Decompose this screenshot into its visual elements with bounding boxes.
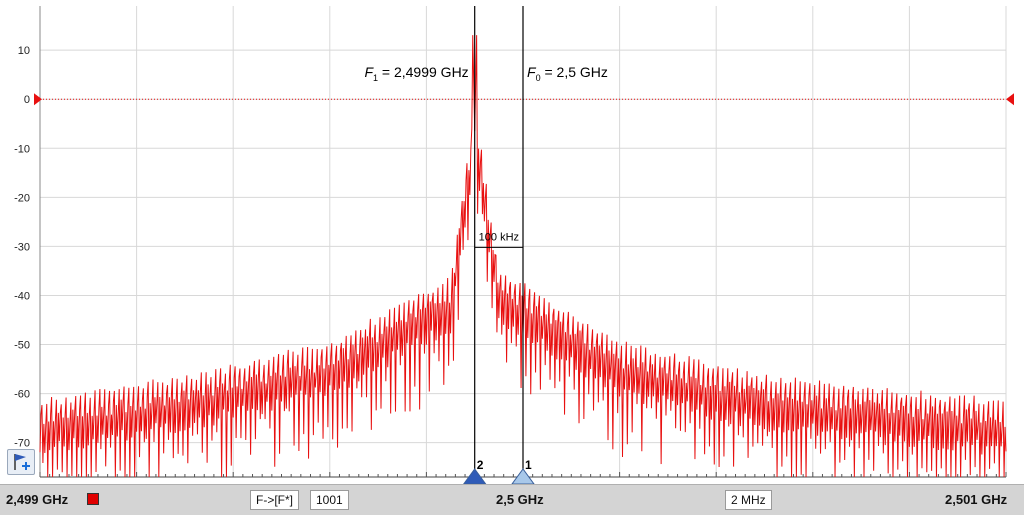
marker-layer: 2 F1 = 2,4999 GHz 1 F0 = 2,5 GHz <box>364 6 608 484</box>
y-tick-labels: 10 0 -10 -20 -30 -40 -50 -60 -70 <box>14 45 30 450</box>
marker-number-1: 1 <box>525 458 532 472</box>
y-tick-label: -60 <box>14 389 30 401</box>
status-bar: 2,499 GHz F->[F*] 1001 2,5 GHz 2 MHz 2,5… <box>0 484 1024 515</box>
reference-level-right-arrow <box>1006 93 1014 106</box>
y-tick-label: -10 <box>14 143 30 155</box>
marker-label-1: F0 = 2,5 GHz <box>527 64 608 83</box>
frequency-mode-button[interactable]: F->[F*] <box>250 490 300 510</box>
y-tick-label: -20 <box>14 192 30 204</box>
span-annotation-label: 100 kHz <box>479 231 519 243</box>
add-marker-button[interactable] <box>7 449 35 475</box>
center-frequency[interactable]: 2,5 GHz <box>496 492 544 507</box>
y-tick-label: 0 <box>24 94 30 106</box>
trace-color-swatch[interactable] <box>87 493 99 505</box>
reference-level-left-arrow <box>34 93 42 106</box>
spectrum-plot: 10 0 -10 -20 -30 -40 -50 -60 -70 2 F1 = 2,4999 GH… <box>14 6 1014 484</box>
y-tick-label: -70 <box>14 438 30 450</box>
points-field[interactable]: 1001 <box>310 490 349 510</box>
span-field[interactable]: 2 MHz <box>725 490 772 510</box>
stop-frequency[interactable]: 2,501 GHz <box>945 492 1007 507</box>
start-frequency[interactable]: 2,499 GHz <box>6 492 68 507</box>
annotation-layer: 100 kHz <box>474 231 523 248</box>
marker-number-2: 2 <box>477 458 484 472</box>
y-tick-label: 10 <box>18 45 30 57</box>
y-tick-label: -30 <box>14 241 30 253</box>
marker-label-2: F1 = 2,4999 GHz <box>364 64 468 83</box>
y-tick-label: -50 <box>14 340 30 352</box>
y-tick-label: -40 <box>14 290 30 302</box>
flag-plus-icon <box>14 454 30 470</box>
